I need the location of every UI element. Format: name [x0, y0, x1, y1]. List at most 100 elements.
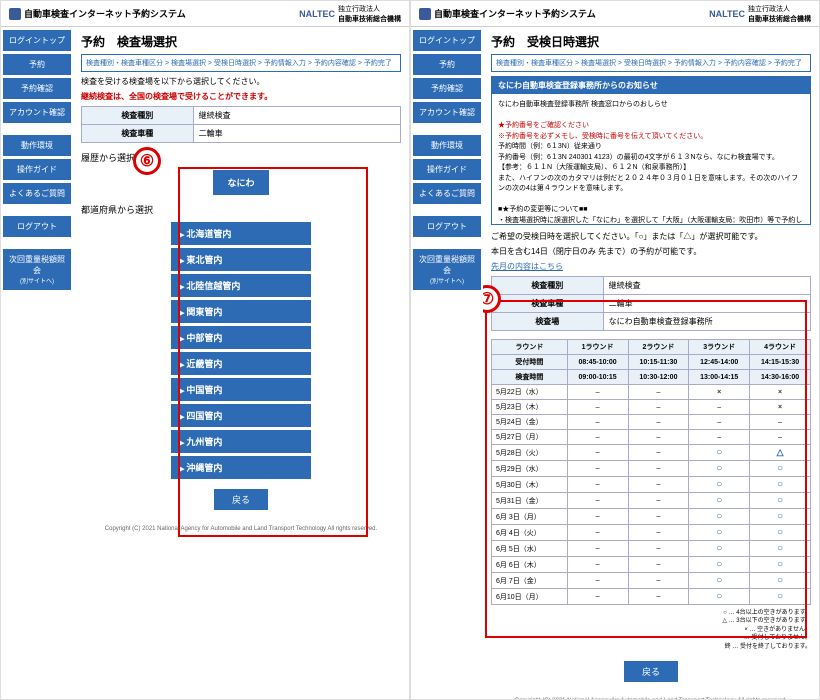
slot-cell: –	[628, 385, 689, 400]
slot-cell[interactable]: ○	[689, 541, 750, 557]
nav-env[interactable]: 動作環境	[3, 135, 71, 156]
slot-cell: –	[567, 493, 628, 509]
slot-cell: –	[567, 461, 628, 477]
slot-cell[interactable]: ○	[750, 525, 811, 541]
slot-cell: –	[567, 573, 628, 589]
slot-cell: –	[567, 445, 628, 461]
slot-cell: –	[689, 415, 750, 430]
nav-faq[interactable]: よくあるご質問	[413, 183, 481, 204]
pref-button[interactable]: 九州管内	[171, 430, 311, 453]
slot-cell[interactable]: ○	[750, 557, 811, 573]
slot-cell: –	[628, 430, 689, 445]
slot-cell: –	[567, 589, 628, 605]
slot-cell[interactable]: ○	[750, 589, 811, 605]
slot-cell[interactable]: ○	[750, 477, 811, 493]
slot-cell: –	[628, 509, 689, 525]
slot-cell[interactable]: ○	[689, 445, 750, 461]
nav-account[interactable]: アカウント確認	[3, 102, 71, 123]
table-row: 5月29日（水）––○○	[492, 461, 811, 477]
nav-logout[interactable]: ログアウト	[413, 216, 481, 237]
note2: 本日を含む14日（閉庁日のみ 先まで）の予約が可能です。	[491, 246, 811, 257]
table-row: 6月 3日（月）––○○	[492, 509, 811, 525]
slot-cell[interactable]: △	[750, 445, 811, 461]
table-row: 5月30日（木）––○○	[492, 477, 811, 493]
history-region-button[interactable]: なにわ	[213, 170, 268, 195]
pref-button[interactable]: 中部管内	[171, 326, 311, 349]
legend: ○ … 4台以上の空きがあります。△ … 3台以下の空きがあります。× … 空き…	[491, 609, 811, 651]
nav-confirm[interactable]: 予約確認	[3, 78, 71, 99]
notice-body: なにわ自動車検査登録事務所 検査窓口からのおしらせ ★予約番号をご確認ください※…	[492, 94, 810, 224]
slot-cell[interactable]: ○	[750, 541, 811, 557]
slot-cell[interactable]: ○	[689, 493, 750, 509]
table-row: 6月 7日（金）––○○	[492, 573, 811, 589]
instruction: 検査を受ける検査場を以下から選択してください。	[81, 76, 401, 87]
slot-cell: –	[750, 430, 811, 445]
pref-button[interactable]: 北陸信越管内	[171, 274, 311, 297]
kv-table: 検査種別継続検査 検査車種二輪車 検査場なにわ自動車検査登録事務所	[491, 276, 811, 331]
prev-month-link[interactable]: 先月の内容はこちら	[491, 261, 811, 272]
slot-cell: –	[628, 415, 689, 430]
pref-button[interactable]: 四国管内	[171, 404, 311, 427]
app-title: 自動車検査インターネット予約システム	[434, 7, 596, 20]
naltec-logo: NALTEC	[299, 9, 335, 19]
table-row: 6月 6日（木）––○○	[492, 557, 811, 573]
slot-cell: ×	[750, 400, 811, 415]
slot-cell: –	[567, 525, 628, 541]
breadcrumb: 検査種別・検査車種区分 > 検査場選択 > 受検日時選択 > 予約情報入力 > …	[491, 54, 811, 72]
table-row: 5月24日（金）––––	[492, 415, 811, 430]
slot-cell[interactable]: ○	[689, 525, 750, 541]
slot-cell[interactable]: ○	[689, 509, 750, 525]
pref-button[interactable]: 北海道管内	[171, 222, 311, 245]
back-button[interactable]: 戻る	[624, 661, 678, 682]
nav-tax[interactable]: 次回重量税額照会(別サイトへ)	[413, 249, 481, 290]
section-pref: 都道府県から選択	[81, 203, 401, 216]
callout-6: ⑥	[133, 147, 161, 175]
nav-account[interactable]: アカウント確認	[413, 102, 481, 123]
slot-cell: –	[628, 477, 689, 493]
nav-faq[interactable]: よくあるご質問	[3, 183, 71, 204]
section-history: 履歴から選択	[81, 151, 401, 164]
back-button[interactable]: 戻る	[214, 489, 268, 510]
footer: Copyright (C) 2021 National Agency for A…	[491, 692, 811, 699]
pref-button[interactable]: 沖縄管内	[171, 456, 311, 479]
slot-cell[interactable]: ○	[750, 509, 811, 525]
slot-cell: –	[689, 430, 750, 445]
pref-button[interactable]: 中国管内	[171, 378, 311, 401]
kv-table: 検査種別継続検査 検査車種二輪車	[81, 106, 401, 143]
slot-cell: –	[567, 541, 628, 557]
nav-guide[interactable]: 操作ガイド	[3, 159, 71, 180]
nav-reserve[interactable]: 予約	[413, 54, 481, 75]
slot-cell[interactable]: ○	[750, 573, 811, 589]
nav-tax[interactable]: 次回重量税額照会(別サイトへ)	[3, 249, 71, 290]
nav-guide[interactable]: 操作ガイド	[413, 159, 481, 180]
nav-logintop[interactable]: ログイントップ	[413, 30, 481, 51]
slot-cell[interactable]: ○	[689, 589, 750, 605]
slot-cell: –	[567, 477, 628, 493]
nav-logintop[interactable]: ログイントップ	[3, 30, 71, 51]
availability-table: ラウンド1ラウンド2ラウンド3ラウンド4ラウンド受付時間08:45-10:001…	[491, 339, 811, 605]
slot-cell: ×	[689, 385, 750, 400]
note1: ご希望の受検日時を選択してください。「○」または「△」が選択可能です。	[491, 231, 811, 242]
table-row: 5月27日（月）––––	[492, 430, 811, 445]
pref-button[interactable]: 関東管内	[171, 300, 311, 323]
slot-cell[interactable]: ○	[750, 493, 811, 509]
nav-confirm[interactable]: 予約確認	[413, 78, 481, 99]
slot-cell[interactable]: ○	[689, 557, 750, 573]
slot-cell[interactable]: ○	[689, 573, 750, 589]
slot-cell: –	[628, 525, 689, 541]
nav-env[interactable]: 動作環境	[413, 135, 481, 156]
sidebar: ログイントップ 予約 予約確認 アカウント確認 動作環境 操作ガイド よくあるご…	[1, 27, 73, 699]
pref-button[interactable]: 東北管内	[171, 248, 311, 271]
nav-logout[interactable]: ログアウト	[3, 216, 71, 237]
notice-box: なにわ自動車検査登録事務所からのお知らせ なにわ自動車検査登録事務所 検査窓口か…	[491, 76, 811, 225]
slot-cell: –	[628, 557, 689, 573]
nav-reserve[interactable]: 予約	[3, 54, 71, 75]
slot-cell[interactable]: ○	[689, 477, 750, 493]
slot-cell[interactable]: ○	[689, 461, 750, 477]
sidebar: ログイントップ 予約 予約確認 アカウント確認 動作環境 操作ガイド よくあるご…	[411, 27, 483, 699]
table-row: 5月22日（水）––××	[492, 385, 811, 400]
pref-button[interactable]: 近畿管内	[171, 352, 311, 375]
slot-cell: –	[567, 430, 628, 445]
slot-cell[interactable]: ○	[750, 461, 811, 477]
slot-cell: –	[628, 573, 689, 589]
